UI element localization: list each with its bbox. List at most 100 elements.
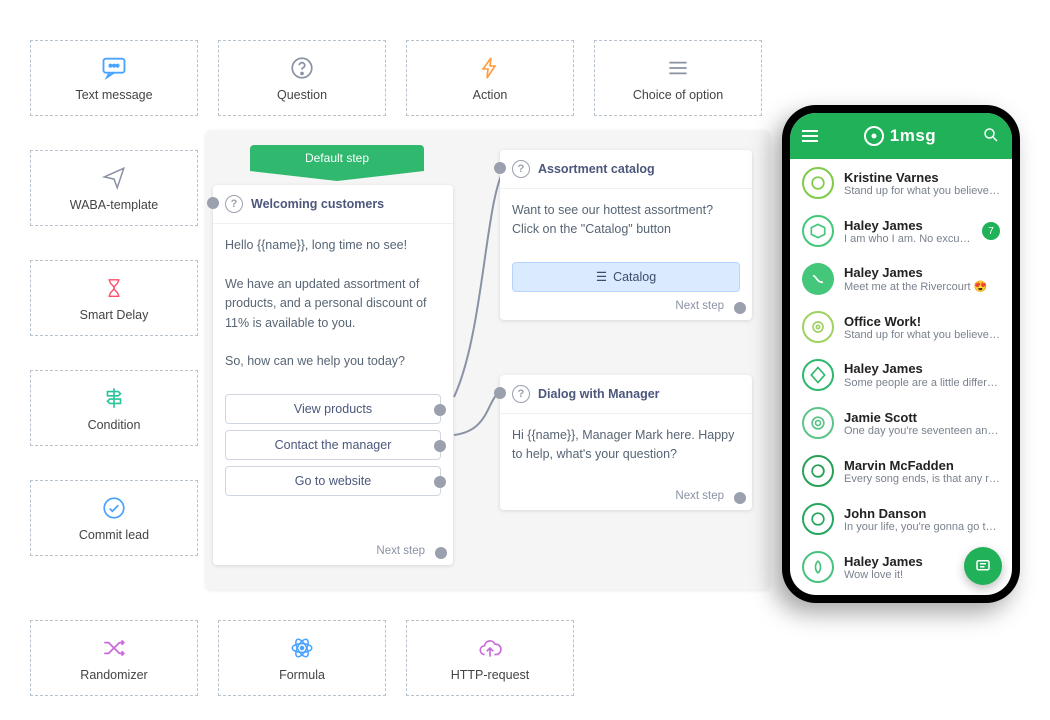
avatar	[802, 359, 834, 391]
body-line: So, how can we help you today?	[225, 352, 441, 371]
option-label: Go to website	[295, 474, 371, 488]
port-out[interactable]	[434, 440, 446, 452]
palette-label: Formula	[279, 668, 325, 682]
node-dialog-manager[interactable]: ? Dialog with Manager Hi {{name}}, Manag…	[500, 375, 752, 510]
node-assortment-catalog[interactable]: ? Assortment catalog Want to see our hot…	[500, 150, 752, 320]
search-icon[interactable]	[982, 126, 1000, 147]
node-body: Hi {{name}}, Manager Mark here. Happy to…	[500, 414, 752, 477]
chat-preview: Stand up for what you believe in	[844, 185, 1000, 197]
flow-canvas[interactable]: Default step ? Welcoming customers Hello…	[205, 130, 770, 590]
app-brand: 1msg	[864, 126, 936, 146]
palette-condition[interactable]: Condition	[30, 370, 198, 446]
avatar	[802, 551, 834, 583]
chat-row[interactable]: John DansonIn your life, you're gonna go…	[790, 495, 1012, 543]
chat-row[interactable]: Office Work!Stand up for what you believ…	[790, 303, 1012, 351]
palette-waba-template[interactable]: WABA-template	[30, 150, 198, 226]
chat-name: Haley James	[844, 265, 1000, 280]
palette-question[interactable]: Question	[218, 40, 386, 116]
chat-name: Kristine Varnes	[844, 170, 1000, 185]
palette-label: Question	[277, 88, 327, 102]
port-in[interactable]	[494, 162, 506, 174]
next-step-label: Next step	[675, 490, 742, 502]
palette-randomizer[interactable]: Randomizer	[30, 620, 198, 696]
palette-label: Randomizer	[80, 668, 147, 682]
next-step-label: Next step	[675, 300, 742, 312]
menu-icon[interactable]	[802, 130, 818, 142]
port-out[interactable]	[434, 476, 446, 488]
chat-preview: Meet me at the Rivercourt 😍	[844, 280, 1000, 293]
palette-action[interactable]: Action	[406, 40, 574, 116]
port-out[interactable]	[734, 492, 746, 504]
node-header: ? Dialog with Manager	[500, 375, 752, 414]
chat-preview: In your life, you're gonna go to s...	[844, 521, 1000, 533]
chat-name: Haley James	[844, 218, 972, 233]
question-circle-icon	[288, 54, 316, 82]
node-title: Dialog with Manager	[538, 387, 660, 401]
default-step-banner: Default step	[250, 145, 424, 171]
signpost-icon	[100, 384, 128, 412]
chat-row[interactable]: Marvin McFaddenEvery song ends, is that …	[790, 447, 1012, 495]
avatar	[802, 215, 834, 247]
brand-text: 1msg	[890, 126, 936, 146]
lightning-icon	[476, 54, 504, 82]
question-circle-icon: ?	[225, 195, 243, 213]
paper-plane-icon	[100, 164, 128, 192]
chat-preview: Stand up for what you believe in	[844, 329, 1000, 341]
palette-label: Commit lead	[79, 528, 149, 542]
check-circle-icon	[100, 494, 128, 522]
option-go-website[interactable]: Go to website	[225, 466, 441, 496]
list-icon: ☰	[596, 269, 607, 284]
node-body: Hello {{name}}, long time no see! We hav…	[213, 224, 453, 384]
palette-label: HTTP-request	[451, 668, 530, 682]
node-welcoming-customers[interactable]: ? Welcoming customers Hello {{name}}, lo…	[213, 185, 453, 565]
node-header: ? Welcoming customers	[213, 185, 453, 224]
chat-preview: Every song ends, is that any reason...	[844, 473, 1000, 485]
port-out[interactable]	[434, 404, 446, 416]
chat-list[interactable]: Kristine VarnesStand up for what you bel…	[790, 159, 1012, 595]
option-label: Catalog	[613, 270, 656, 284]
palette-text-message[interactable]: Text message	[30, 40, 198, 116]
hourglass-icon	[100, 274, 128, 302]
palette-label: WABA-template	[70, 198, 158, 212]
palette-formula[interactable]: Formula	[218, 620, 386, 696]
palette-label: Condition	[88, 418, 141, 432]
option-label: View products	[294, 402, 372, 416]
app-bar: 1msg	[790, 113, 1012, 159]
body-line: Hello {{name}}, long time no see!	[225, 236, 441, 255]
palette-label: Choice of option	[633, 88, 723, 102]
chat-name: Haley James	[844, 361, 1000, 376]
palette-commit-lead[interactable]: Commit lead	[30, 480, 198, 556]
option-contact-manager[interactable]: Contact the manager	[225, 430, 441, 460]
port-in[interactable]	[207, 197, 219, 209]
port-out[interactable]	[734, 302, 746, 314]
port-in[interactable]	[494, 387, 506, 399]
chat-name: Marvin McFadden	[844, 458, 1000, 473]
compose-fab[interactable]	[964, 547, 1002, 585]
avatar	[802, 503, 834, 535]
port-out[interactable]	[435, 547, 447, 559]
list-icon	[664, 54, 692, 82]
brand-logo-icon	[864, 126, 884, 146]
option-view-products[interactable]: View products	[225, 394, 441, 424]
avatar	[802, 263, 834, 295]
chat-name: John Danson	[844, 506, 1000, 521]
palette-choice[interactable]: Choice of option	[594, 40, 762, 116]
option-catalog[interactable]: ☰ Catalog	[512, 262, 740, 292]
node-body: Want to see our hottest assortment? Clic…	[500, 189, 752, 252]
chat-name: Office Work!	[844, 314, 1000, 329]
chat-row[interactable]: Haley JamesMeet me at the Rivercourt 😍	[790, 255, 1012, 303]
avatar	[802, 455, 834, 487]
chat-row[interactable]: Haley JamesSome people are a little diff…	[790, 351, 1012, 399]
atom-icon	[288, 634, 316, 662]
chat-preview: Some people are a little different🔥	[844, 376, 1000, 389]
cloud-upload-icon	[476, 634, 504, 662]
node-title: Welcoming customers	[251, 197, 384, 211]
chat-row[interactable]: Jamie ScottOne day you're seventeen and.…	[790, 399, 1012, 447]
chat-row[interactable]: Kristine VarnesStand up for what you bel…	[790, 159, 1012, 207]
chat-name: Jamie Scott	[844, 410, 1000, 425]
palette-http-request[interactable]: HTTP-request	[406, 620, 574, 696]
palette-smart-delay[interactable]: Smart Delay	[30, 260, 198, 336]
palette-label: Text message	[75, 88, 152, 102]
question-circle-icon: ?	[512, 385, 530, 403]
chat-row[interactable]: Haley JamesI am who I am. No excuses .7	[790, 207, 1012, 255]
